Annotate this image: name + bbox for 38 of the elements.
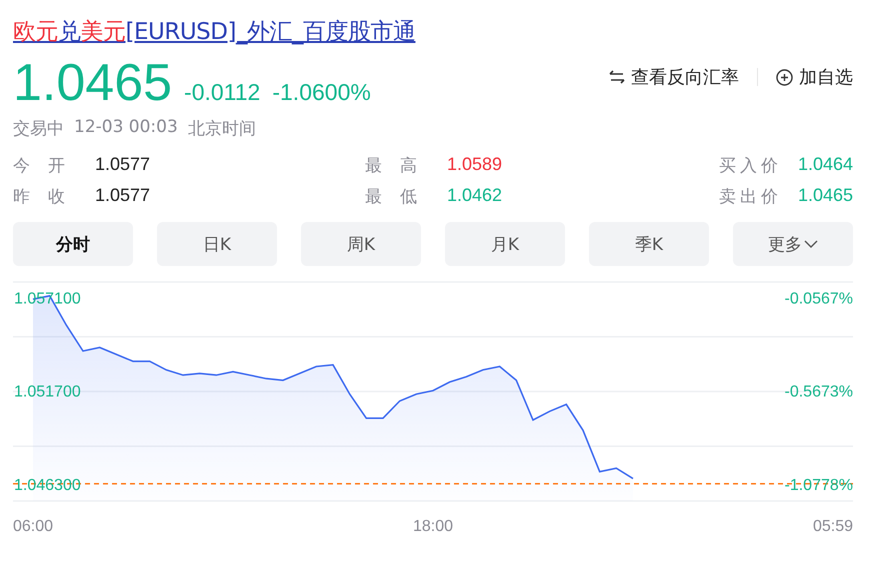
stat-label: 买入价	[718, 155, 782, 177]
time-axis-label: 18:00	[412, 518, 454, 535]
timezone-label: 北京时间	[188, 118, 256, 140]
stat-value: 1.0577	[95, 185, 150, 207]
chart-period-tab[interactable]: 日K	[157, 222, 277, 266]
stat-label: 昨收	[13, 186, 83, 208]
chart-period-tab[interactable]: 周K	[301, 222, 421, 266]
swap-icon	[609, 70, 625, 84]
stat-label: 卖出价	[718, 186, 782, 208]
price-change: -0.0112	[184, 79, 260, 106]
trading-status: 交易中	[13, 118, 64, 140]
add-watchlist-button[interactable]: 加自选	[776, 65, 853, 89]
current-price: 1.0465	[13, 53, 172, 113]
time-axis-label: 06:00	[12, 518, 54, 535]
stat-value: 1.0465	[798, 185, 853, 207]
stat-value: 1.0577	[95, 154, 150, 176]
chart-period-tab[interactable]: 分时	[13, 222, 133, 266]
stat-value: 1.0464	[798, 154, 853, 176]
percent-axis-label: -1.0778%	[784, 476, 853, 494]
plus-circle-icon	[776, 68, 793, 86]
quote-time: 12-03 00:03	[74, 117, 178, 139]
reverse-rate-button[interactable]: 查看反向汇率	[609, 65, 739, 89]
stat-label: 今开	[13, 155, 83, 177]
stat-label: 最低	[365, 186, 435, 208]
price-axis-label: 1.046300	[14, 476, 81, 494]
time-axis-label: 05:59	[812, 518, 854, 535]
chart-period-tab[interactable]: 更多	[733, 222, 853, 266]
stat-value: 1.0462	[447, 185, 502, 207]
chart-period-tab[interactable]: 季K	[589, 222, 709, 266]
stat-label: 最高	[365, 155, 435, 177]
percent-axis-label: -0.5673%	[784, 384, 853, 401]
price-change-percent: -1.0600%	[272, 79, 371, 106]
chart-period-tab[interactable]: 月K	[445, 222, 565, 266]
stat-value: 1.0589	[447, 154, 502, 176]
percent-axis-label: -0.0567%	[784, 290, 853, 308]
chevron-down-icon	[804, 240, 818, 248]
price-axis-label: 1.051700	[14, 384, 81, 401]
page-title-link[interactable]: 欧元兑美元[EURUSD]_外汇_百度股市通	[13, 19, 416, 45]
